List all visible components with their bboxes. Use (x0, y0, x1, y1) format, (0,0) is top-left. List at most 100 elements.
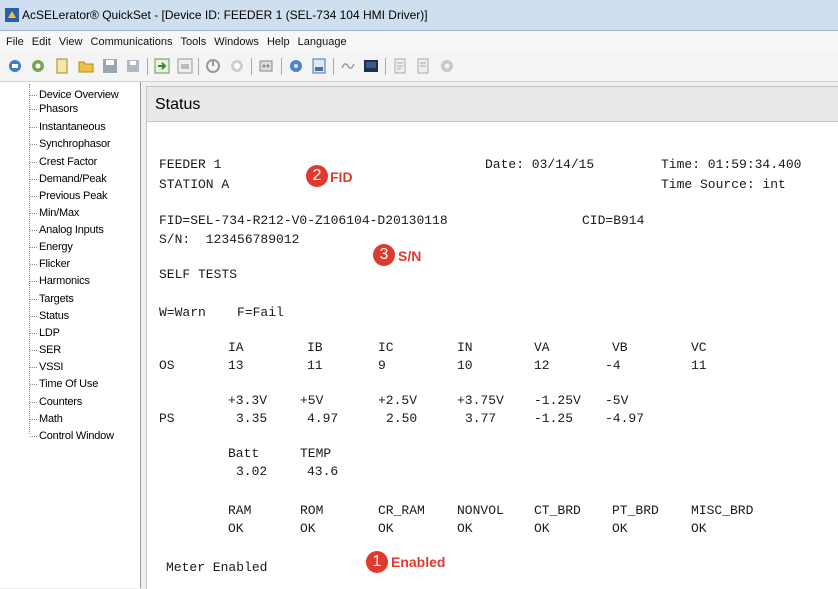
sidebar-item-analog-inputs[interactable]: Analog Inputs (30, 224, 104, 237)
os-value-ib: 11 (307, 358, 323, 373)
annotation-badge-3: 3 (373, 244, 395, 266)
navigation-tree: Device Overview Phasors Instantaneous Sy… (0, 82, 141, 588)
sidebar-item-instantaneous[interactable]: Instantaneous (30, 121, 106, 134)
os-header-ic: IC (378, 340, 394, 355)
sidebar-item-status[interactable]: Status (30, 310, 69, 323)
sidebar-item-counters[interactable]: Counters (30, 396, 82, 409)
connect-icon[interactable] (7, 58, 23, 74)
sidebar-item-flicker[interactable]: Flicker (30, 258, 70, 271)
os-header-in: IN (457, 340, 473, 355)
ps-value-3v3: 3.35 (236, 411, 268, 426)
device-name: FEEDER 1 (159, 157, 222, 172)
temp-value: 43.6 (307, 464, 339, 479)
status-time: Time: 01:59:34.400 (661, 157, 802, 172)
toolbar-separator (251, 58, 252, 75)
settings-icon[interactable] (30, 58, 46, 74)
device-icon[interactable] (258, 58, 274, 74)
menu-tools[interactable]: Tools (181, 31, 207, 53)
sidebar-item-demand-peak[interactable]: Demand/Peak (30, 173, 107, 186)
sidebar-item-math[interactable]: Math (30, 413, 63, 426)
ps-header-3v75: +3.75V (457, 393, 504, 408)
menu-help[interactable]: Help (267, 31, 290, 53)
hmi-icon[interactable] (363, 58, 379, 74)
mem-header-nonvol: NONVOL (457, 503, 504, 518)
save-all-icon[interactable] (125, 58, 141, 74)
menu-windows[interactable]: Windows (214, 31, 259, 53)
stop-icon[interactable] (229, 58, 245, 74)
status-panel: Status FEEDER 1 STATION A Date: 03/14/15… (146, 86, 838, 589)
page-title: Status (155, 96, 201, 113)
sidebar-item-device-overview[interactable]: Device Overview (30, 89, 119, 102)
annotation-label-sn: S/N (398, 248, 422, 264)
ps-label: PS (159, 411, 175, 426)
os-header-va: VA (534, 340, 550, 355)
window-title: AcSELerator® QuickSet - [Device ID: FEED… (22, 8, 428, 22)
toolbar-separator (147, 58, 148, 75)
ps-value-neg1v25: -1.25 (534, 411, 574, 426)
sidebar-item-ser[interactable]: SER (30, 344, 61, 357)
mem-header-misc-brd: MISC_BRD (691, 503, 754, 518)
toolbar (0, 53, 838, 82)
meter-status: Meter Enabled (166, 560, 268, 575)
sidebar-item-harmonics[interactable]: Harmonics (30, 275, 90, 288)
annotation-label-fid: FID (330, 169, 353, 185)
list-icon[interactable] (415, 58, 431, 74)
toolbar-separator (281, 58, 282, 75)
report-icon[interactable] (392, 58, 408, 74)
sidebar-item-ldp[interactable]: LDP (30, 327, 60, 340)
toolbar-separator (333, 58, 334, 75)
cid-value: CID=B914 (582, 213, 645, 228)
menu-edit[interactable]: Edit (32, 31, 51, 53)
terminal-icon[interactable] (288, 58, 304, 74)
station-name: STATION A (159, 177, 230, 192)
sidebar-item-previous-peak[interactable]: Previous Peak (30, 190, 108, 203)
os-header-vb: VB (612, 340, 628, 355)
mem-value-nonvol: OK (457, 521, 473, 536)
import-icon[interactable] (311, 58, 327, 74)
mem-header-cr-ram: CR_RAM (378, 503, 425, 518)
menu-file[interactable]: File (6, 31, 24, 53)
ps-header-neg1v25: -1.25V (534, 393, 581, 408)
menu-view[interactable]: View (59, 31, 83, 53)
os-header-vc: VC (691, 340, 707, 355)
mem-header-pt-brd: PT_BRD (612, 503, 659, 518)
mem-value-ram: OK (228, 521, 244, 536)
sidebar-item-crest-factor[interactable]: Crest Factor (30, 156, 97, 169)
ps-value-5v: 4.97 (307, 411, 339, 426)
toolbar-separator (198, 58, 199, 75)
menu-language[interactable]: Language (298, 31, 347, 53)
mem-header-ct-brd: CT_BRD (534, 503, 581, 518)
menu-communications[interactable]: Communications (91, 31, 173, 53)
mem-value-pt-brd: OK (612, 521, 628, 536)
gear-icon[interactable] (439, 58, 455, 74)
self-tests-heading: SELF TESTS (159, 267, 238, 282)
sidebar-item-vssi[interactable]: VSSI (30, 361, 63, 374)
sidebar-item-targets[interactable]: Targets (30, 293, 74, 306)
ps-header-3v3: +3.3V (228, 393, 268, 408)
sidebar-item-synchrophasor[interactable]: Synchrophasor (30, 138, 111, 151)
read-icon[interactable] (177, 58, 193, 74)
batt-value: 3.02 (236, 464, 268, 479)
mem-header-ram: RAM (228, 503, 252, 518)
send-icon[interactable] (154, 58, 170, 74)
os-header-ia: IA (228, 340, 244, 355)
sidebar-item-phasors[interactable]: Phasors (30, 103, 78, 116)
sidebar-item-time-of-use[interactable]: Time Of Use (30, 378, 98, 391)
os-value-vc: 11 (691, 358, 707, 373)
ps-header-5v: +5V (300, 393, 324, 408)
sidebar-item-energy[interactable]: Energy (30, 241, 73, 254)
save-icon[interactable] (102, 58, 118, 74)
open-folder-icon[interactable] (78, 58, 94, 74)
mem-value-ct-brd: OK (534, 521, 550, 536)
ps-value-2v5: 2.50 (386, 411, 418, 426)
document-icon[interactable] (54, 58, 70, 74)
sidebar-item-control-window[interactable]: Control Window (30, 430, 114, 443)
ps-header-2v5: +2.5V (378, 393, 418, 408)
sidebar-item-min-max[interactable]: Min/Max (30, 207, 79, 220)
power-icon[interactable] (205, 58, 221, 74)
ps-header-neg5v: -5V (605, 393, 629, 408)
title-bar: AcSELerator® QuickSet - [Device ID: FEED… (0, 0, 838, 31)
serial-number: S/N: 123456789012 (159, 232, 300, 247)
mem-header-rom: ROM (300, 503, 324, 518)
waveform-icon[interactable] (340, 58, 356, 74)
